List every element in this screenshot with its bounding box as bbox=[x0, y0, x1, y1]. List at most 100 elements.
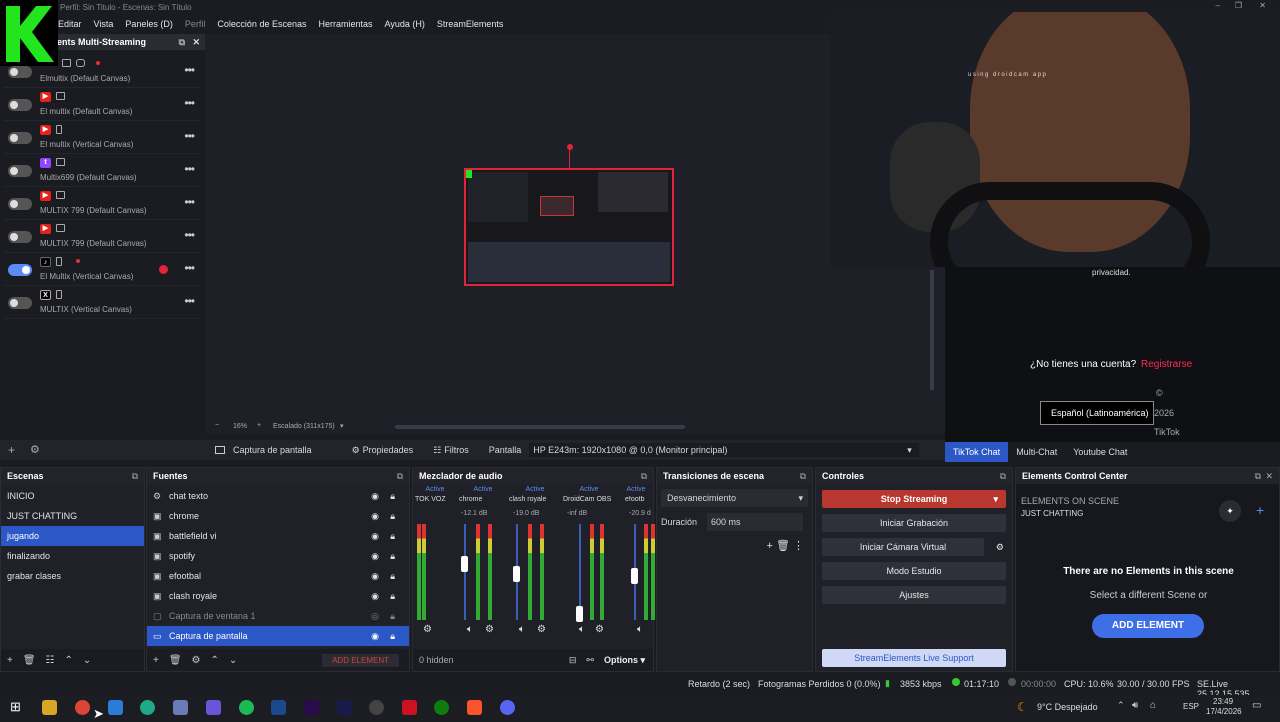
layout-icon[interactable]: ⊟ bbox=[569, 655, 577, 666]
stream-toggle[interactable] bbox=[8, 165, 32, 177]
undock-icon[interactable]: ⧉ bbox=[1000, 468, 1006, 484]
add-icon[interactable]: + bbox=[153, 655, 159, 666]
close-panel-icon[interactable]: ✕ bbox=[192, 34, 200, 50]
eye-icon[interactable]: ◉ bbox=[371, 506, 379, 526]
add-element-button[interactable]: ADD ELEMENT bbox=[1092, 614, 1204, 638]
gear-icon[interactable]: ⚙ bbox=[192, 655, 201, 666]
duration-input[interactable]: 600 ms bbox=[707, 513, 803, 531]
edge-icon[interactable] bbox=[140, 700, 155, 715]
chevron-up-icon[interactable]: ⌃ bbox=[1117, 700, 1125, 711]
channel-name[interactable]: TOK VOZ bbox=[415, 496, 457, 503]
mail-icon[interactable] bbox=[108, 700, 123, 715]
source-item[interactable]: ▣ efootbal ◉ 🔒︎ bbox=[147, 566, 409, 586]
virtual-camera-button[interactable]: Iniciar Cámara Virtual ⚙ bbox=[822, 538, 1004, 556]
xbox-icon[interactable] bbox=[434, 700, 449, 715]
stream-toggle[interactable] bbox=[8, 66, 32, 78]
menu-coleccion[interactable]: Colección de Escenas bbox=[217, 19, 306, 29]
stream-toggle[interactable] bbox=[8, 132, 32, 144]
source-item[interactable]: ▣ clash royale ◉ 🔒︎ bbox=[147, 586, 409, 606]
sparkle-icon[interactable]: ✦ bbox=[1219, 500, 1241, 522]
source-item-selected[interactable]: ▭ Captura de pantalla ◉ 🔒︎ bbox=[147, 626, 409, 646]
more-icon[interactable]: ••• bbox=[184, 294, 195, 308]
tab-multi-chat[interactable]: Multi-Chat bbox=[1008, 442, 1065, 462]
undock-icon[interactable]: ⧉ bbox=[800, 468, 806, 484]
lock-icon[interactable]: 🔒︎ bbox=[390, 526, 395, 546]
menu-paneles[interactable]: Paneles (D) bbox=[125, 19, 173, 29]
speaker-icon[interactable]: 🔊︎ bbox=[1132, 700, 1138, 711]
gear-icon[interactable]: ⚙ bbox=[595, 624, 604, 635]
network-icon[interactable]: ⌂ bbox=[1150, 700, 1156, 711]
menu-streamelements[interactable]: StreamElements bbox=[437, 19, 504, 29]
add-element-button[interactable]: ADD ELEMENT bbox=[322, 653, 399, 667]
lock-icon[interactable]: 🔒︎ bbox=[390, 606, 395, 626]
notification-icon[interactable]: ▭ bbox=[1252, 700, 1261, 711]
zoom-in-icon[interactable]: + bbox=[257, 422, 261, 429]
add-icon[interactable]: + bbox=[766, 540, 772, 552]
preview-vscroll[interactable] bbox=[930, 270, 934, 390]
lock-icon[interactable]: 🔒︎ bbox=[390, 566, 395, 586]
register-link[interactable]: Registrarse bbox=[1141, 359, 1192, 370]
source-item[interactable]: ▣ chrome ◉ 🔒︎ bbox=[147, 506, 409, 526]
weather-text[interactable]: 9°C Despejado bbox=[1037, 702, 1098, 712]
stream-toggle[interactable] bbox=[8, 264, 32, 276]
speaker-icon[interactable]: 🔈︎ bbox=[519, 624, 525, 635]
source-item[interactable]: ▣ spotify ◉ 🔒︎ bbox=[147, 546, 409, 566]
stream-toggle[interactable] bbox=[8, 231, 32, 243]
premiere-icon[interactable] bbox=[304, 700, 319, 715]
eye-icon[interactable]: ◉ bbox=[371, 626, 379, 646]
undock-icon[interactable]: ⧉ bbox=[397, 468, 403, 484]
volume-handle[interactable] bbox=[513, 566, 520, 582]
steam-icon[interactable] bbox=[271, 700, 286, 715]
brave-icon[interactable] bbox=[467, 700, 482, 715]
rotate-handle[interactable] bbox=[567, 144, 573, 150]
chevron-up-icon[interactable]: ⌃ bbox=[211, 655, 219, 666]
chevron-down-icon[interactable]: ⌄ bbox=[83, 655, 91, 666]
source-item[interactable]: ⚙ chat texto ◉ 🔒︎ bbox=[147, 486, 409, 506]
trash-icon[interactable]: 🗑 bbox=[776, 540, 790, 552]
stream-toggle[interactable] bbox=[8, 198, 32, 210]
language-select[interactable]: Español (Latinoamérica) bbox=[1040, 401, 1154, 425]
file-explorer-icon[interactable] bbox=[42, 700, 57, 715]
stream-toggle[interactable] bbox=[8, 99, 32, 111]
preview-canvas[interactable] bbox=[464, 168, 674, 286]
trash-icon[interactable]: 🗑 bbox=[23, 655, 36, 666]
maximize-icon[interactable]: ❐ bbox=[1235, 1, 1242, 10]
gear-icon[interactable]: ⚙ bbox=[423, 624, 432, 635]
scene-item[interactable]: JUST CHATTING bbox=[1, 506, 144, 526]
channel-name[interactable]: chrome bbox=[459, 496, 509, 503]
undock-icon[interactable]: ⧉ bbox=[1255, 468, 1261, 484]
more-icon[interactable]: ••• bbox=[184, 129, 195, 143]
settings-button[interactable]: Ajustes bbox=[822, 586, 1006, 604]
spotify-icon[interactable] bbox=[239, 700, 254, 715]
trash-icon[interactable]: 🗑 bbox=[169, 655, 182, 666]
menu-vista[interactable]: Vista bbox=[94, 19, 114, 29]
chevron-down-icon[interactable]: ▾ bbox=[993, 490, 998, 508]
add-icon[interactable]: + bbox=[8, 443, 15, 457]
speaker-icon[interactable]: 🔈︎ bbox=[467, 624, 473, 635]
eye-icon[interactable]: ◉ bbox=[371, 546, 379, 566]
chevron-up-icon[interactable]: ⌃ bbox=[65, 655, 73, 666]
more-icon[interactable]: ••• bbox=[184, 195, 195, 209]
link-icon[interactable]: ⚯ bbox=[586, 655, 594, 666]
tab-youtube-chat[interactable]: Youtube Chat bbox=[1065, 442, 1135, 462]
zoom-out-icon[interactable]: − bbox=[215, 422, 219, 429]
stream-toggle[interactable] bbox=[8, 297, 32, 309]
vpn-icon[interactable] bbox=[206, 700, 221, 715]
scene-item[interactable]: finalizando bbox=[1, 546, 144, 566]
tab-tiktok-chat[interactable]: TikTok Chat bbox=[945, 442, 1009, 462]
chrome-icon[interactable] bbox=[75, 700, 90, 715]
clock-time[interactable]: 23:49 bbox=[1213, 697, 1233, 706]
lock-icon[interactable]: 🔒︎ bbox=[390, 486, 395, 506]
volume-handle[interactable] bbox=[631, 568, 638, 584]
after-effects-icon[interactable] bbox=[337, 700, 352, 715]
lock-icon[interactable]: 🔒︎ bbox=[390, 586, 395, 606]
lock-icon[interactable]: 🔒︎ bbox=[390, 546, 395, 566]
close-icon[interactable]: ✕ bbox=[1265, 468, 1273, 484]
menu-editar[interactable]: Editar bbox=[58, 19, 82, 29]
speaker-icon[interactable]: 🔈︎ bbox=[579, 624, 585, 635]
undock-icon[interactable]: ⧉ bbox=[132, 468, 138, 484]
eye-icon[interactable]: ◉ bbox=[371, 566, 379, 586]
more-icon[interactable]: ••• bbox=[184, 228, 195, 242]
volume-handle[interactable] bbox=[461, 556, 468, 572]
more-icon[interactable]: ••• bbox=[184, 63, 195, 77]
